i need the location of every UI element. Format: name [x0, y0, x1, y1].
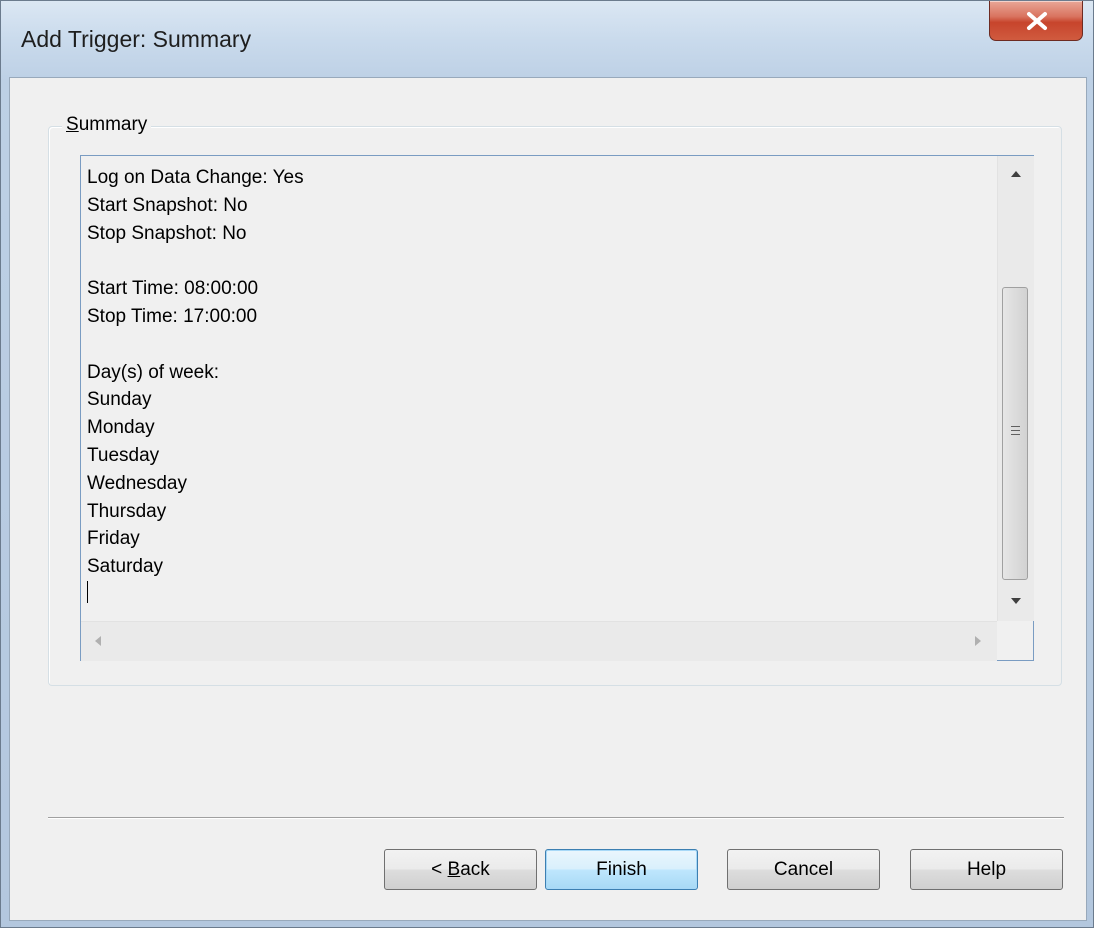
- summary-line: Start Time: 08:00:00: [87, 278, 259, 300]
- button-separator: [48, 817, 1064, 819]
- window-title: Add Trigger: Summary: [21, 26, 252, 52]
- scrollbar-corner: [997, 621, 1033, 660]
- summary-line: Sunday: [87, 389, 152, 411]
- cancel-button[interactable]: Cancel: [727, 849, 880, 890]
- close-x-icon: [1027, 12, 1047, 30]
- scroll-up-arrow-icon: [1011, 171, 1021, 177]
- vertical-scroll-thumb[interactable]: [1002, 287, 1028, 580]
- summary-line: Day(s) of week:: [87, 361, 219, 383]
- summary-line: Start Snapshot: No: [87, 194, 248, 216]
- scroll-down-arrow-icon: [1011, 598, 1021, 604]
- summary-line: Saturday: [87, 556, 164, 578]
- vertical-scrollbar[interactable]: [997, 156, 1034, 621]
- scroll-up-button[interactable]: [998, 156, 1034, 194]
- summary-line: Stop Snapshot: No: [87, 222, 247, 244]
- summary-text[interactable]: Log on Data Change: Yes Start Snapshot: N…: [87, 164, 995, 619]
- dialog-window: Add Trigger: Summary Summary Log on Data…: [0, 0, 1094, 928]
- summary-line: [87, 331, 995, 359]
- finish-button[interactable]: Finish: [545, 849, 698, 890]
- summary-textarea[interactable]: Log on Data Change: Yes Start Snapshot: N…: [80, 155, 1034, 661]
- scroll-left-arrow-icon: [95, 636, 101, 646]
- scroll-left-button[interactable]: [81, 622, 117, 661]
- summary-line: Thursday: [87, 500, 167, 522]
- scroll-down-button[interactable]: [998, 583, 1034, 621]
- summary-line: Log on Data Change: Yes: [87, 167, 304, 188]
- dialog-client-area: Summary Log on Data Change: Yes Start Sna…: [9, 77, 1087, 921]
- summary-line: Wednesday: [87, 472, 187, 494]
- summary-line: Friday: [87, 528, 140, 550]
- help-button[interactable]: Help: [910, 849, 1063, 890]
- summary-line: Stop Time: 17:00:00: [87, 305, 258, 327]
- grip-icon: [1011, 426, 1020, 436]
- summary-line: Monday: [87, 417, 155, 439]
- back-button[interactable]: < Back: [384, 849, 537, 890]
- horizontal-scrollbar[interactable]: [81, 621, 997, 661]
- summary-line: Tuesday: [87, 444, 160, 466]
- scroll-right-arrow-icon: [975, 636, 981, 646]
- title-bar[interactable]: Add Trigger: Summary: [1, 1, 1093, 77]
- scroll-right-button[interactable]: [961, 622, 997, 661]
- text-caret: [87, 581, 88, 603]
- close-button[interactable]: [989, 1, 1083, 41]
- summary-group-label: Summary: [62, 114, 152, 136]
- summary-line: [87, 247, 995, 275]
